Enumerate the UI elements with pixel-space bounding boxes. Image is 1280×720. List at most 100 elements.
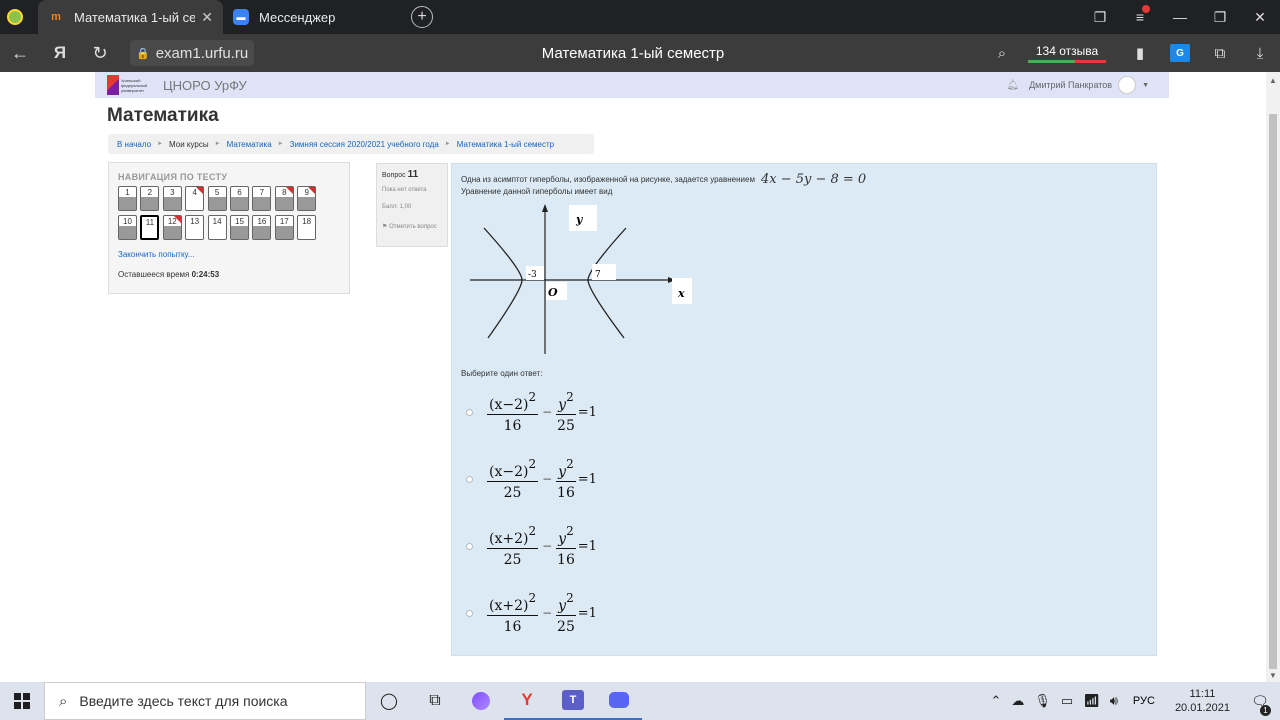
answered-indicator [275, 226, 293, 239]
quiz-nav-button[interactable]: 3 [162, 186, 182, 211]
breadcrumb-my-courses: Мои курсы [169, 139, 209, 149]
quiz-nav-number: 7 [259, 188, 265, 197]
avatar[interactable] [1118, 76, 1137, 94]
minimize-icon[interactable]: — [1160, 9, 1200, 25]
search-icon[interactable]: ⌕ [982, 45, 1022, 62]
new-tab-button[interactable]: + [411, 6, 433, 28]
quiz-nav-button[interactable]: 11 [140, 215, 160, 240]
answer-radio[interactable] [466, 408, 473, 416]
finish-attempt-link[interactable]: Закончить попытку... [118, 250, 194, 259]
answer-option[interactable]: (x−2)2 16− y2 25 =1 [466, 384, 597, 440]
breadcrumb: В начало ► Мои курсы ► Математика ► Зимн… [108, 134, 594, 154]
quiz-nav-number: 5 [214, 188, 220, 197]
answer-radio[interactable] [466, 542, 473, 550]
fraction-x: (x−2)2 25 [487, 456, 539, 501]
quiz-nav-button[interactable]: 8 [274, 186, 294, 211]
taskbar-search-input[interactable] [79, 693, 340, 709]
quiz-nav-button[interactable]: 5 [207, 186, 227, 211]
download-icon[interactable]: ⤓ [1240, 45, 1280, 62]
reviews-widget[interactable]: 134 отзыва [1028, 44, 1106, 63]
breadcrumb-session[interactable]: Зимняя сессия 2020/2021 учебного года [290, 140, 439, 149]
teams-icon[interactable]: T [550, 682, 596, 720]
wifi-icon[interactable]: 📶︎ [1083, 693, 1100, 709]
reload-icon[interactable]: ↻ [80, 43, 120, 64]
back-arrow-icon[interactable]: ← [0, 43, 40, 64]
bookmark-icon[interactable]: ▮ [1120, 44, 1160, 62]
notification-center-icon[interactable]: 🗨︎ 1 [1240, 693, 1280, 716]
yandex-icon[interactable]: Я [40, 43, 80, 63]
breadcrumb-math[interactable]: Математика [227, 140, 272, 149]
quiz-nav-button[interactable]: 1 [118, 186, 137, 211]
cortana-circle-icon[interactable]: ◯ [366, 682, 412, 720]
microphone-icon[interactable]: 🎙︎ [1034, 693, 1051, 709]
alice-icon[interactable] [458, 682, 504, 720]
quiz-nav-button[interactable]: 10 [118, 215, 137, 240]
start-button[interactable] [0, 682, 44, 720]
taskbar-search[interactable]: ⌕ [44, 682, 366, 720]
answer-option[interactable]: (x−2)2 25− y2 16 =1 [466, 451, 597, 507]
quiz-nav-button[interactable]: 15 [230, 215, 249, 240]
clock[interactable]: 11:11 20.01.2021 [1175, 687, 1230, 715]
answer-radio[interactable] [466, 609, 473, 617]
close-window-icon[interactable]: ✕ [1240, 9, 1280, 26]
breadcrumb-home[interactable]: В начало [117, 140, 151, 149]
quiz-nav-number: 3 [170, 188, 175, 197]
tab-title: Математика 1-ый семе [74, 9, 196, 25]
breadcrumb-separator-icon: ► [214, 141, 221, 147]
bookmarks-icon[interactable]: ❐ [1080, 9, 1120, 26]
maximize-icon[interactable]: ❐ [1200, 9, 1240, 26]
fraction-x: (x−2)2 16 [487, 389, 539, 434]
tab-messenger[interactable]: ▬ Мессенджер [223, 0, 403, 34]
quiz-nav-button[interactable]: 6 [230, 186, 249, 211]
onedrive-icon[interactable]: ☁ [1011, 693, 1024, 709]
url-field[interactable]: 🔒 exam1.urfu.ru [130, 40, 255, 66]
quiz-nav-button[interactable]: 4 [185, 186, 205, 211]
quiz-nav-button[interactable]: 13 [185, 215, 205, 240]
scrollbar-thumb[interactable] [1269, 114, 1277, 669]
fraction-y: y2 25 [556, 389, 576, 434]
quiz-nav-button[interactable]: 14 [207, 215, 227, 240]
answer-option[interactable]: (x+2)2 16− y2 25 =1 [466, 585, 597, 641]
urfu-logo[interactable]: Уральский федеральный университет [107, 74, 157, 96]
quiz-nav-button[interactable]: 2 [140, 186, 160, 211]
language-indicator[interactable]: РУС [1133, 695, 1155, 707]
discord-icon[interactable] [596, 682, 642, 720]
tab-math[interactable]: m Математика 1-ый семе ✕ [38, 0, 223, 34]
user-name[interactable]: Дмитрий Панкратов [1029, 80, 1112, 90]
user-menu[interactable]: 🔔︎ Дмитрий Панкратов ▼ [1006, 72, 1149, 98]
hamburger-menu-icon[interactable]: ≡ [1120, 5, 1160, 25]
question-text: Одна из асимптот гиперболы, изображенной… [461, 172, 867, 187]
quiz-nav-button[interactable]: 9 [297, 186, 317, 211]
breadcrumb-separator-icon: ► [444, 141, 451, 147]
chevron-down-icon[interactable]: ▼ [1142, 82, 1149, 89]
scroll-up-arrow-icon[interactable]: ▲ [1266, 76, 1280, 85]
collections-icon[interactable]: ⧉ [1200, 45, 1240, 62]
quiz-nav-button[interactable]: 12 [162, 215, 182, 240]
quiz-nav-button[interactable]: 18 [297, 215, 317, 240]
task-view-icon[interactable]: ⧉ [412, 682, 458, 720]
flag-question-button[interactable]: ⚑ Отметить вопрос [382, 221, 442, 233]
site-header: Уральский федеральный университет ЦНОРО … [95, 72, 1169, 98]
browser-menu-icon[interactable] [0, 0, 30, 34]
battery-icon[interactable]: ▭ [1061, 693, 1073, 709]
scroll-down-arrow-icon[interactable]: ▼ [1266, 671, 1280, 680]
quiz-nav-button[interactable]: 17 [274, 215, 294, 240]
time-label: Оставшееся время [118, 270, 190, 279]
translate-icon[interactable]: G [1170, 44, 1190, 62]
notification-bell-icon[interactable]: 🔔︎ [1006, 80, 1019, 91]
answered-indicator [163, 197, 181, 210]
site-name[interactable]: ЦНОРО УрФУ [163, 78, 247, 93]
answer-option[interactable]: (x+2)2 25− y2 16 =1 [466, 518, 597, 574]
quiz-nav-button[interactable]: 16 [252, 215, 272, 240]
close-tab-icon[interactable]: ✕ [201, 9, 213, 26]
quiz-nav-button[interactable]: 7 [252, 186, 272, 211]
volume-icon[interactable]: 🔊︎ [1110, 693, 1118, 709]
answered-indicator [163, 226, 181, 239]
answer-radio[interactable] [466, 475, 473, 483]
yandex-browser-icon[interactable]: Y [504, 682, 550, 720]
browser-tab-bar: m Математика 1-ый семе ✕ ▬ Мессенджер + … [0, 0, 1280, 34]
messenger-icon: ▬ [233, 9, 249, 25]
chevron-up-icon[interactable]: ⌃ [990, 693, 1001, 709]
scrollbar[interactable]: ▲ ▼ [1266, 72, 1280, 682]
breadcrumb-course[interactable]: Математика 1-ый семестр [457, 140, 554, 149]
